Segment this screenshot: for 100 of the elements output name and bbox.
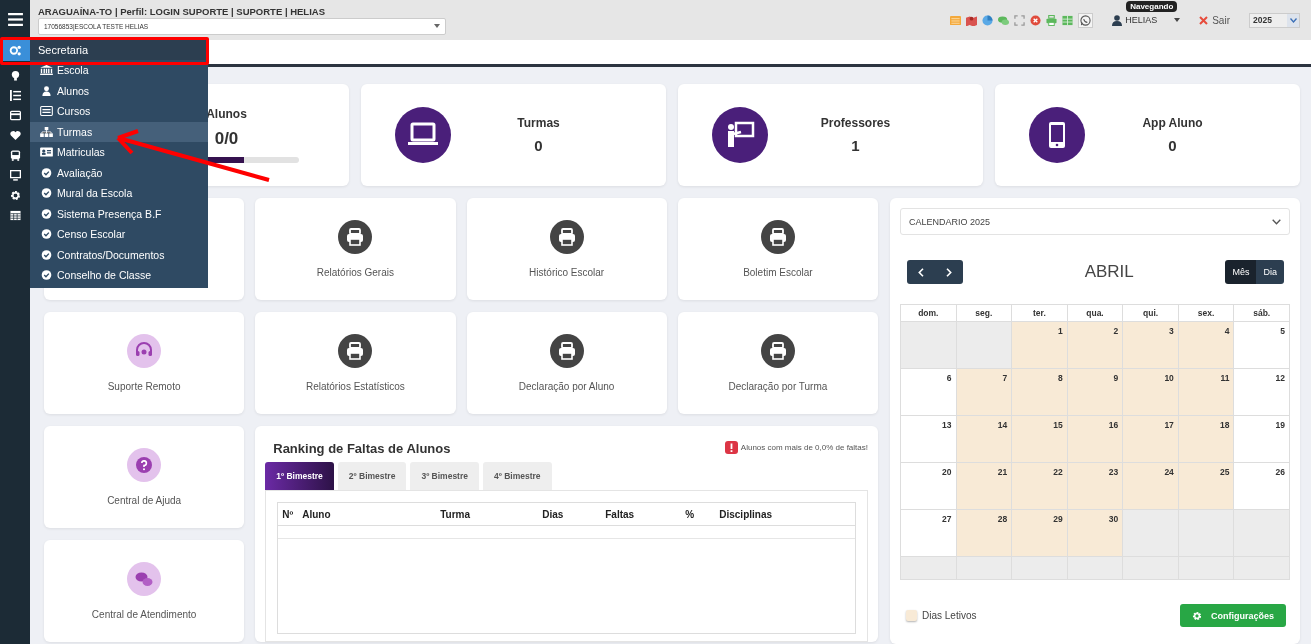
day-cell[interactable]: 12 (1234, 369, 1290, 416)
day-cell[interactable]: 15 (1012, 416, 1068, 463)
shortcut-card[interactable]: Suporte Remoto (44, 312, 245, 414)
shortcut-card[interactable]: Relatórios Gerais (255, 198, 456, 300)
shortcut-card[interactable]: Boletim Escolar (677, 198, 878, 300)
shortcut-card[interactable]: Histórico Escolar (466, 198, 667, 300)
day-cell[interactable]: 11 (1178, 369, 1235, 416)
menu-item[interactable]: Matriculas (30, 142, 208, 163)
day-cell[interactable] (901, 557, 957, 580)
caret-icon[interactable] (1174, 18, 1181, 22)
monitor-icon[interactable] (9, 170, 21, 181)
bimestre-tab[interactable]: 1º Bimestre (265, 462, 334, 490)
menu-icon[interactable] (7, 13, 23, 26)
user-name[interactable]: HELIAS (1125, 15, 1158, 25)
day-cell[interactable]: 21 (956, 463, 1013, 510)
day-cell[interactable] (1012, 557, 1068, 580)
lightbulb-icon[interactable] (9, 70, 21, 81)
logout-link[interactable]: Sair (1199, 14, 1230, 26)
day-cell[interactable]: 20 (901, 463, 957, 510)
day-cell[interactable] (956, 557, 1013, 580)
chat-icon[interactable] (998, 14, 1010, 26)
stat-value: 0 (1168, 137, 1177, 154)
shortcut-card[interactable]: Declaração por Aluno (466, 312, 667, 414)
menu-item[interactable]: Censo Escolar (30, 224, 208, 245)
shortcut-card[interactable]: Central de Ajuda (44, 426, 245, 528)
menu-item[interactable]: Escola (30, 60, 208, 81)
printer-icon[interactable] (1046, 14, 1058, 26)
bimestre-tab[interactable]: 4º Bimestre (483, 462, 552, 490)
day-cell[interactable] (956, 322, 1013, 369)
day-cell[interactable]: 26 (1234, 463, 1290, 510)
day-cell[interactable]: 1 (1012, 322, 1068, 369)
close-circle-icon[interactable] (1030, 14, 1042, 26)
stat-value: 0/0 (214, 129, 239, 149)
day-cell[interactable]: 14 (956, 416, 1013, 463)
day-cell[interactable]: 5 (1234, 322, 1290, 369)
year-select[interactable]: 2025 (1249, 12, 1300, 28)
chevron-right-icon (946, 267, 952, 277)
day-cell[interactable] (1123, 510, 1179, 557)
day-cell[interactable] (1067, 557, 1124, 580)
menu-item[interactable]: Alunos (30, 80, 208, 101)
day-cell[interactable]: 25 (1178, 463, 1235, 510)
pie-chart-icon[interactable] (982, 14, 994, 26)
gear-icon[interactable] (9, 190, 21, 201)
column-header: Disciplinas (719, 508, 773, 520)
check-circle-icon (40, 270, 53, 281)
menu-item[interactable]: Avaliação (30, 162, 208, 183)
day-cell[interactable]: 9 (1067, 369, 1124, 416)
view-toggle[interactable]: Dia (1256, 260, 1284, 284)
shortcut-card[interactable]: Relatórios Estatísticos (255, 312, 456, 414)
day-cell[interactable]: 10 (1123, 369, 1179, 416)
day-cell[interactable] (1178, 510, 1235, 557)
day-cell[interactable]: 27 (901, 510, 957, 557)
month-title: ABRIL (1084, 262, 1134, 282)
menu-item[interactable]: Contratos/Documentos (30, 244, 208, 265)
day-cell[interactable]: 22 (1012, 463, 1068, 510)
day-cell[interactable] (1178, 557, 1235, 580)
list-icon[interactable] (9, 90, 21, 101)
table-icon[interactable] (9, 210, 21, 221)
day-cell[interactable]: 29 (1012, 510, 1068, 557)
day-cell[interactable] (1234, 510, 1290, 557)
bimestre-tab[interactable]: 2º Bimestre (337, 462, 407, 490)
menu-title[interactable]: Secretaria (30, 40, 208, 60)
heart-icon[interactable] (9, 130, 21, 141)
stat-label: Alunos (206, 107, 247, 121)
gear-icon (1192, 610, 1202, 621)
day-cell[interactable]: 18 (1178, 416, 1235, 463)
day-cell[interactable]: 6 (901, 369, 957, 416)
whatsapp-icon[interactable] (1078, 12, 1094, 28)
menu-item[interactable]: Conselho de Classe (30, 265, 208, 286)
day-cell[interactable]: 17 (1123, 416, 1179, 463)
fullscreen-icon[interactable] (1014, 14, 1026, 26)
day-cell[interactable]: 2 (1067, 322, 1124, 369)
shortcut-card[interactable]: Central de Atendimento (44, 540, 245, 642)
menu-item[interactable]: Mural da Escola (30, 183, 208, 204)
shortcut-card[interactable]: Declaração por Turma (677, 312, 878, 414)
bus-icon[interactable] (9, 150, 21, 161)
day-cell[interactable]: 24 (1123, 463, 1179, 510)
day-cell[interactable] (1123, 557, 1179, 580)
check-circle-icon (40, 208, 53, 219)
menu-item[interactable]: Cursos (30, 101, 208, 122)
day-cell[interactable]: 7 (956, 369, 1013, 416)
menu-item[interactable]: Turmas (30, 121, 208, 142)
day-cell[interactable] (901, 322, 957, 369)
day-cell[interactable]: 4 (1178, 322, 1235, 369)
day-cell[interactable]: 23 (1067, 463, 1124, 510)
day-cell[interactable]: 30 (1067, 510, 1124, 557)
menu-item[interactable]: Sistema Presença B.F (30, 203, 208, 224)
day-cell[interactable]: 19 (1234, 416, 1290, 463)
day-cell[interactable]: 3 (1123, 322, 1179, 369)
day-cell[interactable]: 16 (1067, 416, 1124, 463)
card-icon (40, 106, 53, 117)
day-cell[interactable]: 8 (1012, 369, 1068, 416)
day-cell[interactable]: 28 (956, 510, 1013, 557)
day-cell[interactable]: 13 (901, 416, 957, 463)
map-icon[interactable] (966, 14, 978, 26)
day-cell[interactable] (1234, 557, 1290, 580)
bimestre-tab[interactable]: 3º Bimestre (410, 462, 479, 490)
calendar-select[interactable]: CALENDARIO 2025 (900, 208, 1290, 235)
card-icon[interactable] (9, 110, 21, 121)
view-toggle[interactable]: Mês (1225, 260, 1257, 284)
